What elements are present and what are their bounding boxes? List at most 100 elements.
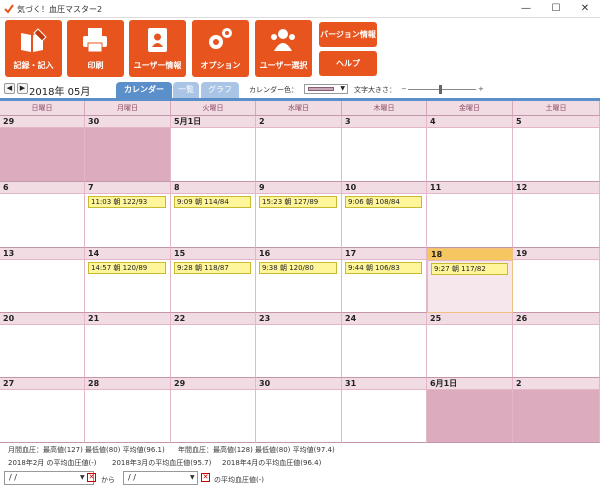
calendar-color-select[interactable]: ▼: [304, 84, 348, 94]
period-average: の平均血圧値(-): [214, 476, 264, 484]
close-button[interactable]: ✕: [570, 0, 600, 18]
calendar-day-cell[interactable]: 16 9:38 朝 120/80: [256, 248, 342, 313]
calendar-day-cell[interactable]: 12: [513, 182, 600, 248]
version-button[interactable]: バージョン情報: [319, 22, 377, 47]
minimize-button[interactable]: —: [511, 0, 541, 18]
toolbar: 記録・記入 印刷 ユーザー情報 オプション ユーザー選択 バージョン情報 ヘルプ: [0, 18, 600, 80]
bp-entry[interactable]: 9:44 朝 106/83: [345, 262, 422, 274]
bp-entry[interactable]: 15:23 朝 127/89: [259, 196, 337, 208]
bp-entry[interactable]: 11:03 朝 122/93: [88, 196, 166, 208]
day-number: 21: [85, 313, 170, 325]
calendar-day-cell[interactable]: 26: [513, 313, 600, 378]
calendar-day-cell[interactable]: 22: [171, 313, 256, 378]
day-number: 8: [171, 182, 255, 194]
from-date-clear-button[interactable]: ✕: [87, 473, 96, 482]
title-bar: 気づく！血圧マスター2 — ☐ ✕: [0, 0, 600, 18]
font-size-slider[interactable]: [408, 89, 476, 90]
calendar-day-cell[interactable]: 19: [513, 248, 600, 313]
weekday-header: 火曜日: [171, 101, 256, 116]
from-date-dropdown-icon[interactable]: ▼: [80, 474, 85, 481]
day-number: 23: [256, 313, 341, 325]
calendar-day-cell[interactable]: 29: [171, 378, 256, 443]
bp-entry[interactable]: 14:57 朝 120/89: [88, 262, 166, 274]
to-date-clear-button[interactable]: ✕: [201, 473, 210, 482]
bp-entry[interactable]: 9:38 朝 120/80: [259, 262, 337, 274]
weekday-header: 日曜日: [0, 101, 85, 116]
day-number: 28: [85, 378, 170, 390]
calendar-day-cell[interactable]: 6月1日: [427, 378, 513, 443]
calendar-day-cell[interactable]: 17 9:44 朝 106/83: [342, 248, 427, 313]
day-number: 13: [0, 248, 84, 260]
calendar-day-cell[interactable]: 20: [0, 313, 85, 378]
font-size-minus[interactable]: −: [401, 85, 407, 93]
gear-icon: [209, 28, 232, 49]
font-size-plus[interactable]: +: [478, 85, 484, 93]
tab-calendar[interactable]: カレンダー: [116, 82, 172, 98]
day-number: 26: [513, 313, 599, 325]
calendar-day-cell[interactable]: 11: [427, 182, 513, 248]
print-label: 印刷: [87, 61, 104, 70]
to-date-dropdown-icon[interactable]: ▼: [190, 474, 195, 481]
print-button[interactable]: 印刷: [67, 20, 124, 77]
calendar-day-cell[interactable]: 18 9:27 朝 117/82: [427, 248, 513, 313]
maximize-button[interactable]: ☐: [541, 0, 571, 18]
calendar-day-cell[interactable]: 23: [256, 313, 342, 378]
calendar-day-cell[interactable]: 27: [0, 378, 85, 443]
bp-entry[interactable]: 9:06 朝 108/84: [345, 196, 422, 208]
weekday-header: 水曜日: [256, 101, 342, 116]
calendar-day-cell[interactable]: 3: [342, 116, 427, 182]
calendar-day-cell[interactable]: 31: [342, 378, 427, 443]
prev-month-button[interactable]: ◀: [4, 83, 15, 94]
to-date-input[interactable]: / /: [123, 471, 198, 485]
day-number: 5月1日: [171, 116, 255, 128]
weekday-header: 金曜日: [427, 101, 513, 116]
options-button[interactable]: オプション: [192, 20, 249, 77]
calendar-day-cell[interactable]: 30: [256, 378, 342, 443]
bp-entry[interactable]: 9:28 朝 118/87: [174, 262, 251, 274]
calendar-day-cell[interactable]: 15 9:28 朝 118/87: [171, 248, 256, 313]
day-number: 27: [0, 378, 84, 390]
calendar-day-cell[interactable]: 13: [0, 248, 85, 313]
tab-graph[interactable]: グラフ: [201, 82, 239, 98]
user-select-label: ユーザー選択: [259, 61, 308, 70]
calendar-day-cell[interactable]: 2: [513, 378, 600, 443]
calendar-day-cell[interactable]: 9 15:23 朝 127/89: [256, 182, 342, 248]
calendar-day-cell[interactable]: 21: [85, 313, 171, 378]
user-select-button[interactable]: ユーザー選択: [255, 20, 312, 77]
calendar-day-cell[interactable]: 4: [427, 116, 513, 182]
tab-list[interactable]: 一覧: [173, 82, 199, 98]
calendar-day-cell[interactable]: 24: [342, 313, 427, 378]
user-info-button[interactable]: ユーザー情報: [129, 20, 186, 77]
next-month-button[interactable]: ▶: [17, 83, 28, 94]
day-number: 20: [0, 313, 84, 325]
calendar-day-cell[interactable]: 5: [513, 116, 600, 182]
calendar-day-cell[interactable]: 7 11:03 朝 122/93: [85, 182, 171, 248]
day-number: 6: [0, 182, 84, 194]
calendar-day-cell[interactable]: 14 14:57 朝 120/89: [85, 248, 171, 313]
calendar-day-cell[interactable]: 10 9:06 朝 108/84: [342, 182, 427, 248]
calendar-day-cell[interactable]: 28: [85, 378, 171, 443]
calendar-day-cell[interactable]: 2: [256, 116, 342, 182]
day-number: 29: [171, 378, 255, 390]
bp-entry[interactable]: 9:09 朝 114/84: [174, 196, 251, 208]
record-button[interactable]: 記録・記入: [5, 20, 62, 77]
day-number: 9: [256, 182, 341, 194]
calendar-day-cell[interactable]: 29: [0, 116, 85, 182]
calendar-day-cell[interactable]: 30: [85, 116, 171, 182]
calendar-day-cell[interactable]: 6: [0, 182, 85, 248]
contact-book-icon: [148, 28, 167, 52]
help-button[interactable]: ヘルプ: [319, 51, 377, 76]
font-size-slider-thumb[interactable]: [439, 85, 442, 94]
chevron-down-icon: ▼: [340, 85, 345, 92]
calendar-day-cell[interactable]: 25: [427, 313, 513, 378]
calendar-day-cell[interactable]: 8 9:09 朝 114/84: [171, 182, 256, 248]
day-number: 3: [342, 116, 426, 128]
book-pen-icon: [21, 28, 47, 52]
options-label: オプション: [200, 61, 241, 70]
monthly-stats: 月間血圧：最高値(127) 最低値(80) 平均値(96.1): [8, 446, 165, 454]
weekday-header: 月曜日: [85, 101, 171, 116]
bp-entry[interactable]: 9:27 朝 117/82: [431, 263, 508, 275]
calendar-day-cell[interactable]: 5月1日: [171, 116, 256, 182]
day-number: 2: [256, 116, 341, 128]
day-number: 22: [171, 313, 255, 325]
